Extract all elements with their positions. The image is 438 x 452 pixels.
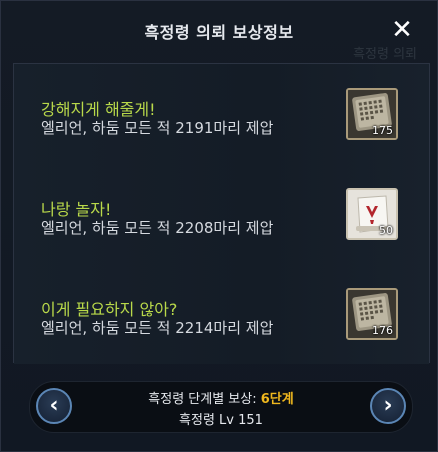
background-ghost-text: 흑정령 의뢰 [353,47,417,62]
reward-row: 나랑 놀자! 엘리언, 하둠 모든 적 2208마리 제압 50 [14,164,429,265]
reward-row: 강해지게 해줄게! 엘리언, 하둠 모든 적 2191마리 제압 175 [14,64,429,165]
reward-description: 엘리언, 하둠 모든 적 2214마리 제압 [41,319,274,337]
stage-value: 6단계 [260,392,294,407]
reward-row: 이게 필요하지 않아? 엘리언, 하둠 모든 적 2214마리 제압 176 [14,264,429,364]
chevron-right-icon: › [383,393,393,418]
reward-item[interactable]: 176 [346,288,398,340]
reward-info-window: 흑정령 의뢰 흑정령 의뢰 보상정보 ✕ 강해지게 해줄게! 엘리언, 하둠 모… [0,0,438,452]
stage-footer: ‹ 흑정령 단계별 보상: 6단계 흑정령 Lv 151 › [29,381,413,433]
close-button[interactable]: ✕ [389,17,415,43]
stage-reward-line: 흑정령 단계별 보상: 6단계 [30,388,412,407]
reward-count: 176 [372,324,393,337]
next-button[interactable]: › [370,388,406,424]
stage-label: 흑정령 단계별 보상: [148,392,257,407]
reward-description: 엘리언, 하둠 모든 적 2191마리 제압 [41,119,274,137]
reward-description: 엘리언, 하둠 모든 적 2208마리 제압 [41,219,274,237]
reward-item[interactable]: 175 [346,88,398,140]
reward-list: 강해지게 해줄게! 엘리언, 하둠 모든 적 2191마리 제압 175 나랑 … [13,63,430,364]
close-icon: ✕ [391,15,413,45]
reward-count: 50 [379,224,393,237]
reward-item[interactable]: 50 [346,188,398,240]
window-title: 흑정령 의뢰 보상정보 [144,23,294,42]
reward-count: 175 [372,124,393,137]
spirit-level: 흑정령 Lv 151 [179,413,263,428]
